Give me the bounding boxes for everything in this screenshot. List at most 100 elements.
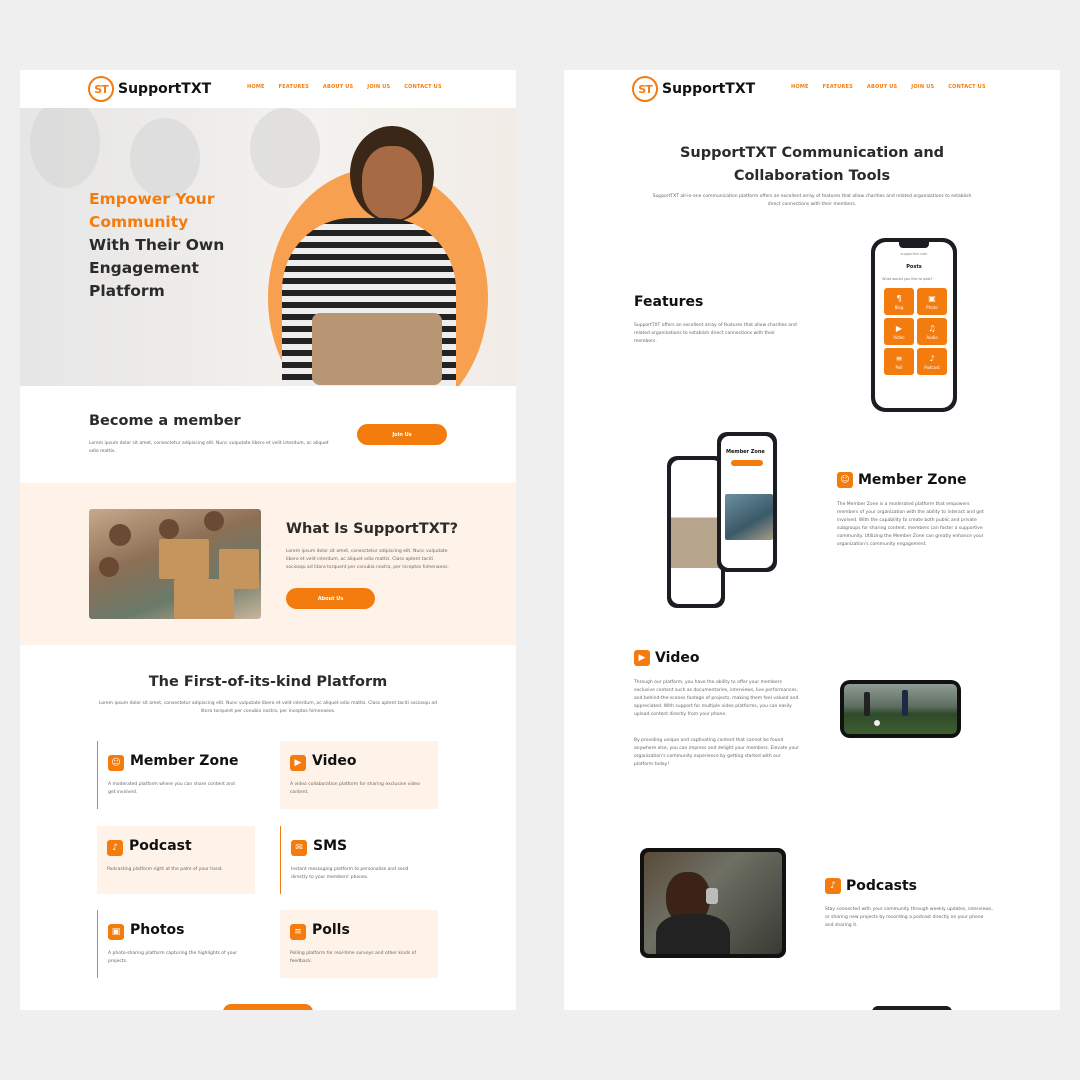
- video-title-text: Video: [655, 650, 700, 666]
- message-icon: ✉: [291, 840, 307, 856]
- card-photos[interactable]: ▣ Photos A photo-sharing platform captur…: [97, 910, 255, 978]
- podcasts-title: ♪ Podcasts: [825, 878, 917, 894]
- platform-text: Lorem ipsum dolor sit amet, consectetur …: [98, 701, 438, 714]
- phone-screen: Member Zone: [721, 436, 773, 568]
- card-text: A moderated platform where you can share…: [108, 782, 235, 795]
- nav-link-features[interactable]: FEATURES: [823, 84, 853, 90]
- nav-link-about[interactable]: ABOUT US: [867, 84, 897, 90]
- card-title: Video: [312, 753, 357, 769]
- hero-headline-line: Platform: [89, 282, 165, 300]
- platform-title: The First-of-its-kind Platform: [148, 674, 388, 690]
- nav-link-home[interactable]: HOME: [247, 84, 265, 90]
- nav-link-features[interactable]: FEATURES: [279, 84, 309, 90]
- phone-post-image: [725, 494, 773, 540]
- nav-link-join[interactable]: JOIN US: [367, 84, 390, 90]
- nav-links: HOME FEATURES ABOUT US JOIN US CONTACT U…: [247, 84, 442, 90]
- hero-background-person: [30, 108, 100, 188]
- nav-link-home[interactable]: HOME: [791, 84, 809, 90]
- card-member-zone[interactable]: ☺ Member Zone A moderated platform where…: [97, 741, 255, 809]
- nav-link-about[interactable]: ABOUT US: [323, 84, 353, 90]
- post-tile-poll[interactable]: ≡ Poll: [884, 348, 914, 375]
- tile-label: Video: [893, 334, 905, 340]
- phone-mockup-posts: supporttxt.com Posts What would you like…: [871, 238, 957, 412]
- hero-headline-line: With Their Own: [89, 236, 225, 254]
- card-sms[interactable]: ✉ SMS Instant messaging platform to pers…: [280, 826, 438, 894]
- video-text-1: Through our platform, you have the abili…: [634, 680, 799, 717]
- member-text: Lorem ipsum dolor sit amet, consectetur …: [89, 441, 329, 454]
- tile-label: Photo: [926, 304, 938, 310]
- video-icon: ▶: [895, 323, 903, 333]
- card-podcast[interactable]: ♪ Podcast Podcasting platform right at t…: [97, 826, 255, 894]
- phone-notch: [899, 242, 929, 248]
- brand-name: SupportTXT: [118, 81, 212, 97]
- photo-icon: ▣: [108, 924, 124, 940]
- poll-icon: ≡: [895, 353, 903, 363]
- card-text: Podcasting platform right at the palm of…: [107, 867, 223, 872]
- blog-icon: ¶: [896, 293, 902, 303]
- users-icon: ☺: [837, 472, 853, 488]
- card-text: Instant messaging platform to personaliz…: [291, 867, 409, 880]
- join-us-button[interactable]: Join Us: [357, 424, 447, 445]
- hero-headline-line: Engagement: [89, 259, 199, 277]
- features-title-text: Features: [634, 294, 704, 310]
- tile-label: Audio: [926, 334, 938, 340]
- video-icon: ▶: [290, 755, 306, 771]
- photo-icon: ▣: [928, 293, 936, 303]
- post-tile-blog[interactable]: ¶ Blog: [884, 288, 914, 315]
- next-device-mockup: [872, 1006, 952, 1010]
- video-thumbnail: [844, 684, 957, 734]
- member-zone-text: The Member Zone is a moderated platform …: [837, 502, 984, 547]
- video-title: ▶ Video: [634, 650, 700, 666]
- phone-screen: supporttxt.com Posts What would you like…: [875, 242, 953, 408]
- post-type-grid: ¶ Blog ▣ Photo ▶ Video ♫ Audio ≡ Poll ♪ Podcas…: [884, 288, 947, 375]
- member-title: Become a member: [89, 413, 241, 429]
- phone-header: Posts: [906, 264, 922, 270]
- card-title: Podcast: [129, 838, 192, 854]
- tablet-podcast: [640, 848, 786, 958]
- card-title: Member Zone: [130, 753, 239, 769]
- volunteers-photo: [89, 509, 261, 619]
- brand[interactable]: ST SupportTXT: [632, 76, 755, 102]
- card-text: A video collaboration platform for shari…: [290, 782, 420, 795]
- podcasts-title-text: Podcasts: [846, 878, 918, 894]
- hero-person-face: [362, 146, 422, 220]
- card-polls[interactable]: ≡ Polls Polling platform for real-time s…: [280, 910, 438, 978]
- phone-url: supporttxt.com: [900, 252, 928, 256]
- features-title: Features: [634, 294, 703, 310]
- tile-label: Podcast: [924, 364, 940, 370]
- features-page-right: ST SupportTXT HOME FEATURES ABOUT US JOI…: [564, 70, 1060, 1010]
- logo-icon: ST: [88, 76, 114, 102]
- navbar: ST SupportTXT HOME FEATURES ABOUT US JOI…: [20, 70, 516, 108]
- nav-link-join[interactable]: JOIN US: [911, 84, 934, 90]
- member-zone-title-text: Member Zone: [858, 472, 967, 488]
- landing-page-left: ST SupportTXT HOME FEATURES ABOUT US JOI…: [20, 70, 516, 1010]
- post-tile-podcast[interactable]: ♪ Podcast: [917, 348, 947, 375]
- phone-mockup-member-zone: Member Zone: [717, 432, 777, 572]
- tools-intro: SupportTXT all-in-one communication plat…: [652, 194, 972, 207]
- brand-name: SupportTXT: [662, 81, 756, 97]
- tools-title-line: Collaboration Tools: [733, 168, 891, 184]
- brand[interactable]: ST SupportTXT: [88, 76, 211, 102]
- hero-headline: Empower Your Community With Their Own En…: [89, 188, 269, 303]
- what-text: Lorem ipsum dolor sit amet, consectetur …: [286, 549, 449, 570]
- bottom-cta-button[interactable]: [223, 1004, 313, 1010]
- music-icon: ♫: [928, 323, 936, 333]
- nav-link-contact[interactable]: CONTACT US: [404, 84, 441, 90]
- microphone-icon: ♪: [825, 878, 841, 894]
- about-us-button[interactable]: About Us: [286, 588, 375, 609]
- hero-background-person: [130, 118, 200, 198]
- logo-icon: ST: [632, 76, 658, 102]
- nav-link-contact[interactable]: CONTACT US: [948, 84, 985, 90]
- video-text-2: By providing unique and captivating cont…: [634, 738, 799, 767]
- podcast-thumbnail: [644, 852, 782, 954]
- card-video[interactable]: ▶ Video A video collaboration platform f…: [280, 741, 438, 809]
- post-tile-photo[interactable]: ▣ Photo: [917, 288, 947, 315]
- post-tile-audio[interactable]: ♫ Audio: [917, 318, 947, 345]
- card-text: Polling platform for real-time surveys a…: [290, 951, 417, 964]
- post-tile-video[interactable]: ▶ Video: [884, 318, 914, 345]
- hero-folded-clothes: [312, 313, 442, 385]
- card-title: Photos: [130, 922, 185, 938]
- phone-button: [731, 460, 763, 466]
- users-icon: ☺: [108, 755, 124, 771]
- tile-label: Poll: [895, 364, 903, 370]
